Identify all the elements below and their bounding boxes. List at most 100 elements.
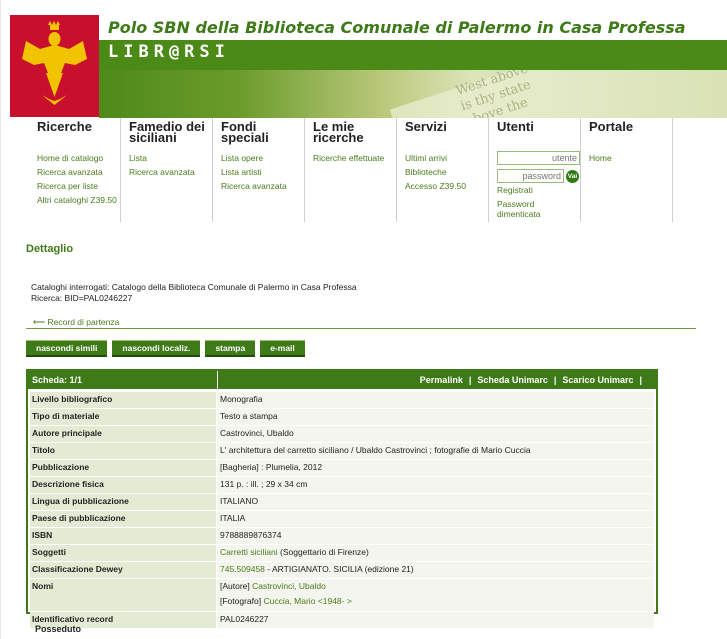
- field-row: Descrizione fisica 131 p. : ill. ; 29 x 3…: [30, 477, 654, 494]
- nav-link-home-catalogo[interactable]: Home di catalogo: [37, 151, 120, 165]
- nav-head-mie-ricerche: Le mie ricerche: [313, 119, 364, 145]
- nav-head-fondi: Fondi speciali: [221, 119, 269, 145]
- nav-link-lista-artisti[interactable]: Lista artisti: [221, 165, 304, 179]
- field-value: 745.509458 - ARTIGIANATO. SICILIA (edizi…: [217, 562, 654, 578]
- nav-head-ricerche: Ricerche: [37, 119, 92, 134]
- nav-col-utenti: Utenti Vai Registrati Password dimentica…: [489, 118, 581, 222]
- ricerca-query: Ricerca: BID=PAL0246227: [31, 293, 133, 303]
- password-input[interactable]: [497, 169, 564, 183]
- field-row: Titolo L' architettura del carretto sicil…: [30, 443, 654, 460]
- field-label: Pubblicazione: [30, 460, 217, 476]
- search-info: Cataloghi interrogati: Catalogo della Bi…: [31, 282, 357, 304]
- name-line: [Autore] Castrovinci, Ubaldo: [220, 579, 654, 594]
- separator: |: [639, 375, 642, 385]
- subject-link[interactable]: Carretti siciliani: [220, 547, 278, 557]
- site-title: Polo SBN della Biblioteca Comunale di Pa…: [108, 18, 686, 37]
- main-nav: Ricerche Home di catalogo Ricerca avanza…: [29, 118, 673, 222]
- field-label: Lingua di pubblicazione: [30, 494, 217, 510]
- name-role: [Autore]: [220, 581, 253, 591]
- field-row: Soggetti Carretti siciliani (Soggettario …: [30, 545, 654, 562]
- scheda-counter: Scheda: 1/1: [28, 371, 218, 389]
- field-value: ITALIANO: [217, 494, 654, 510]
- field-label: Nomi: [30, 579, 217, 611]
- record-card: Scheda: 1/1 Permalink | Scheda Unimarc | Sca…: [26, 369, 658, 629]
- login-go-button[interactable]: Vai: [566, 169, 579, 183]
- field-label: Autore principale: [30, 426, 217, 442]
- toolbar: nascondi simili nascondi localiz. stampa…: [26, 340, 305, 357]
- nav-col-fondi: Fondi speciali Lista opere Lista artisti…: [213, 118, 305, 222]
- photographer-link[interactable]: Cuccia, Mario <1948- >: [263, 596, 351, 606]
- field-value: L' architettura del carretto siciliano /…: [217, 443, 654, 459]
- field-label: Titolo: [30, 443, 217, 459]
- name-role: [Fotografo]: [220, 596, 264, 606]
- back-to-start-link[interactable]: ⟵ Record di partenza: [33, 317, 119, 328]
- nav-link-accesso-z3950[interactable]: Accesso Z39.50: [405, 179, 488, 193]
- nav-link-ricerche-effettuate[interactable]: Ricerche effettuate: [313, 151, 396, 165]
- nav-link-altri-cataloghi[interactable]: Altri cataloghi Z39.50: [37, 195, 120, 205]
- field-value: Monografia: [217, 392, 654, 408]
- nav-link-famedio-ricerca[interactable]: Ricerca avanzata: [129, 165, 212, 179]
- nav-head-portale: Portale: [589, 119, 634, 134]
- nav-link-registrati[interactable]: Registrati: [497, 183, 580, 197]
- print-button[interactable]: stampa: [205, 340, 256, 357]
- palermo-eagle-logo[interactable]: [10, 15, 99, 117]
- field-row: Identificativo record PAL0246227: [30, 612, 654, 629]
- nav-link-ricerca-avanzata[interactable]: Ricerca avanzata: [37, 165, 120, 179]
- nav-link-portale-home[interactable]: Home: [589, 151, 672, 165]
- email-button[interactable]: e-mail: [260, 340, 305, 357]
- nav-col-famedio: Famedio dei siciliani Lista Ricerca avan…: [121, 118, 213, 222]
- permalink-link[interactable]: Permalink: [420, 375, 463, 385]
- dewey-link[interactable]: 745.509458: [220, 564, 265, 574]
- field-label: ISBN: [30, 528, 217, 544]
- field-label: Paese di pubblicazione: [30, 511, 217, 527]
- field-row: Livello bibliografico Monografia: [30, 392, 654, 409]
- hide-locations-button[interactable]: nascondi localiz.: [112, 340, 201, 357]
- nav-col-servizi: Servizi Ultimi arrivi Biblioteche Access…: [397, 118, 489, 222]
- field-label: Soggetti: [30, 545, 217, 561]
- field-row: Tipo di materiale Testo a stampa: [30, 409, 654, 426]
- password-row: Vai: [497, 169, 580, 183]
- field-label: Livello bibliografico: [30, 392, 217, 408]
- nav-link-fondi-ricerca[interactable]: Ricerca avanzata: [221, 179, 304, 193]
- site-header: Polo SBN della Biblioteca Comunale di Pa…: [0, 0, 727, 118]
- subject-source: (Soggettario di Firenze): [277, 547, 369, 557]
- name-line: [Fotografo] Cuccia, Mario <1948- >: [220, 594, 654, 609]
- nav-link-famedio-lista[interactable]: Lista: [129, 151, 212, 165]
- field-label: Classificazione Dewey: [30, 562, 217, 578]
- author-link[interactable]: Castrovinci, Ubaldo: [252, 581, 326, 591]
- page-title: Dettaglio: [26, 243, 74, 255]
- scheda-unimarc-link[interactable]: Scheda Unimarc: [477, 375, 548, 385]
- field-value: PAL0246227: [217, 612, 654, 628]
- field-row: Nomi [Autore] Castrovinci, Ubaldo [Fotog…: [30, 579, 654, 612]
- brand-logo-text[interactable]: LIBR@RSI: [108, 42, 230, 62]
- nav-link-ricerca-liste[interactable]: Ricerca per liste: [37, 179, 120, 193]
- separator: |: [468, 375, 472, 385]
- field-value: 9788889876374: [217, 528, 654, 544]
- nav-link-ultimi-arrivi[interactable]: Ultimi arrivi: [405, 151, 488, 165]
- field-label: Tipo di materiale: [30, 409, 217, 425]
- holdings-heading: Posseduto: [35, 624, 82, 634]
- field-row: Lingua di pubblicazione ITALIANO: [30, 494, 654, 511]
- nav-link-password-dimenticata[interactable]: Password dimenticata: [497, 199, 580, 219]
- nav-head-servizi: Servizi: [405, 119, 447, 134]
- nav-link-lista-opere[interactable]: Lista opere: [221, 151, 304, 165]
- field-row: Paese di pubblicazione ITALIA: [30, 511, 654, 528]
- field-value: Castrovinci, Ubaldo: [217, 426, 654, 442]
- field-row: Classificazione Dewey 745.509458 - ARTIGI…: [30, 562, 654, 579]
- record-fields: Livello bibliografico Monografia Tipo di …: [28, 389, 656, 629]
- record-card-header: Scheda: 1/1 Permalink | Scheda Unimarc | Sca…: [28, 371, 656, 389]
- nav-head-utenti: Utenti: [497, 119, 534, 134]
- hide-similar-button[interactable]: nascondi simili: [26, 340, 108, 357]
- nav-col-ricerche: Ricerche Home di catalogo Ricerca avanza…: [29, 118, 121, 222]
- scarico-unimarc-link[interactable]: Scarico Unimarc: [562, 375, 633, 385]
- field-value: Carretti siciliani (Soggettario di Firen…: [217, 545, 654, 561]
- nav-link-biblioteche[interactable]: Biblioteche: [405, 165, 488, 179]
- dewey-description: - ARTIGIANATO. SICILIA (edizione 21): [264, 564, 414, 574]
- username-input[interactable]: [497, 151, 580, 165]
- field-row: Autore principale Castrovinci, Ubaldo: [30, 426, 654, 443]
- nav-col-mie-ricerche: Le mie ricerche Ricerche effettuate: [305, 118, 397, 222]
- field-value: [Autore] Castrovinci, Ubaldo [Fotografo]…: [217, 579, 654, 611]
- cataloghi-interrogati: Cataloghi interrogati: Catalogo della Bi…: [31, 282, 357, 292]
- field-value: ITALIA: [217, 511, 654, 527]
- field-value: 131 p. : ill. ; 29 x 34 cm: [217, 477, 654, 493]
